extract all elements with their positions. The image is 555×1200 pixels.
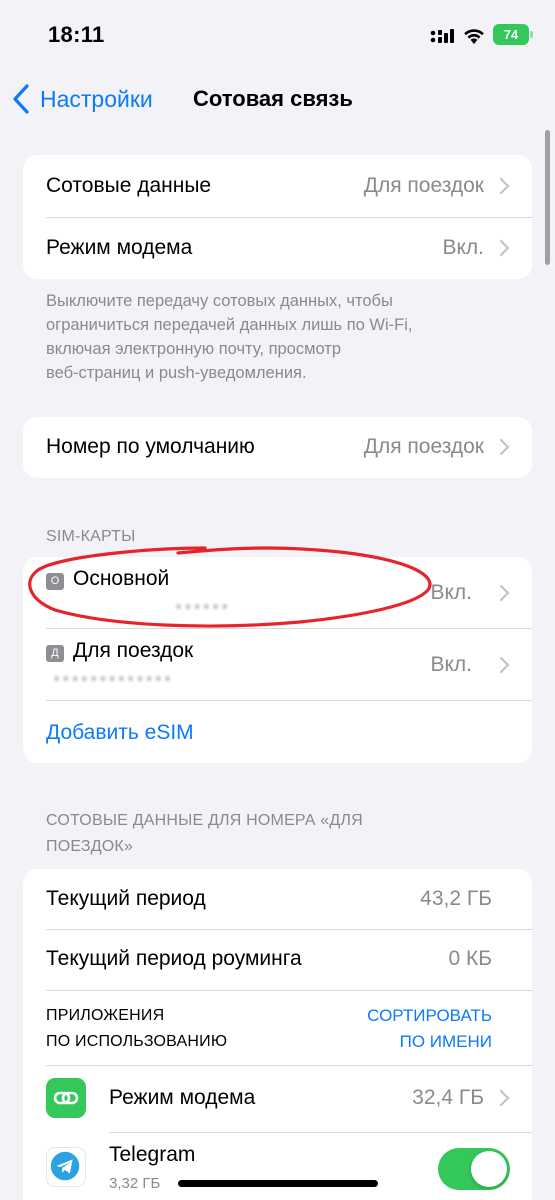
cellular-settings-group: Сотовые данные Для поездок Режим модема …	[23, 155, 532, 279]
default-line-group: Номер по умолчанию Для поездок	[23, 417, 532, 478]
chevron-right-icon	[499, 1089, 510, 1107]
scrollbar[interactable]	[545, 130, 550, 265]
app-value-hotspot: 32,4 ГБ	[412, 1086, 484, 1109]
personal-hotspot-label: Режим модема	[46, 236, 193, 259]
divider	[46, 700, 532, 701]
usage-group: Текущий период 43,2 ГБ Текущий период ро…	[23, 869, 532, 1200]
sim-row-travel[interactable]: Д Для поездок ●●●●●●●●●●●●● Вкл.	[23, 629, 532, 701]
roaming-period-label: Текущий период роуминга	[46, 947, 302, 970]
app-name-telegram: Telegram	[109, 1143, 196, 1166]
roaming-period-value: 0 КБ	[448, 947, 492, 970]
sim-label-primary: Основной	[73, 567, 170, 590]
app-name-hotspot: Режим модема	[109, 1086, 256, 1109]
chevron-right-icon	[499, 584, 510, 602]
chevron-right-icon	[499, 438, 510, 456]
app-row-telegram: Telegram 3,32 ГБ	[23, 1133, 532, 1200]
hotspot-icon	[46, 1078, 86, 1118]
current-period-value: 43,2 ГБ	[420, 887, 492, 910]
personal-hotspot-row[interactable]: Режим модема Вкл.	[23, 218, 532, 279]
default-line-value: Для поездок	[363, 435, 484, 458]
sim-value-travel: Вкл.	[430, 653, 472, 676]
page-title: Сотовая связь	[193, 86, 353, 111]
redacted-phone-number: ●●●●●●●●●●●●●	[53, 671, 174, 685]
apps-by-usage-label: ПРИЛОЖЕНИЯ ПО ИСПОЛЬЗОВАНИЮ	[46, 1007, 228, 1050]
telegram-icon	[46, 1147, 86, 1187]
current-period-label: Текущий период	[46, 887, 206, 910]
add-esim-link[interactable]: Добавить eSIM	[46, 721, 194, 745]
default-line-label: Номер по умолчанию	[46, 435, 255, 458]
sim-badge-travel: Д	[46, 645, 64, 662]
cellular-signal-icon	[430, 29, 454, 43]
status-time: 18:11	[48, 22, 105, 47]
home-indicator[interactable]	[178, 1180, 378, 1187]
roaming-period-row: Текущий период роуминга 0 КБ	[23, 930, 532, 990]
sim-badge-primary: О	[46, 573, 64, 590]
sim-cards-group: О Основной ●●●●●● Вкл. Д Для поездок ●●●…	[23, 557, 532, 763]
cellular-data-value: Для поездок	[363, 174, 484, 197]
default-line-row[interactable]: Номер по умолчанию Для поездок	[23, 417, 532, 478]
telegram-cellular-toggle[interactable]	[438, 1148, 510, 1190]
back-button[interactable]: Настройки	[12, 80, 153, 118]
sim-label-travel: Для поездок	[73, 639, 194, 662]
chevron-right-icon	[499, 177, 510, 195]
app-row-hotspot[interactable]: Режим модема 32,4 ГБ	[23, 1066, 532, 1132]
current-period-row: Текущий период 43,2 ГБ	[23, 869, 532, 929]
back-label: Настройки	[40, 85, 153, 112]
app-usage-telegram: 3,32 ГБ	[109, 1175, 161, 1192]
divider	[46, 990, 532, 991]
sim-section-header: SIM-КАРТЫ	[46, 528, 136, 545]
battery-indicator: 74	[493, 24, 533, 45]
chevron-right-icon	[499, 656, 510, 674]
cellular-footer-note: Выключите передачу сотовых данных, чтобы…	[46, 292, 413, 382]
chevron-right-icon	[499, 239, 510, 257]
sort-by-name-button[interactable]: СОРТИРОВАТЬ ПО ИМЕНИ	[367, 1003, 492, 1055]
usage-section-header: СОТОВЫЕ ДАННЫЕ ДЛЯ НОМЕРА «ДЛЯ ПОЕЗДОК»	[46, 812, 363, 855]
wifi-icon	[464, 29, 484, 44]
sim-value-primary: Вкл.	[430, 581, 472, 604]
sim-row-primary[interactable]: О Основной ●●●●●● Вкл.	[23, 557, 532, 629]
cellular-data-label: Сотовые данные	[46, 174, 212, 197]
chevron-left-icon	[13, 84, 29, 114]
personal-hotspot-value: Вкл.	[442, 236, 484, 259]
cellular-data-row[interactable]: Сотовые данные Для поездок	[23, 155, 532, 217]
redacted-phone-number: ●●●●●●	[175, 599, 231, 613]
